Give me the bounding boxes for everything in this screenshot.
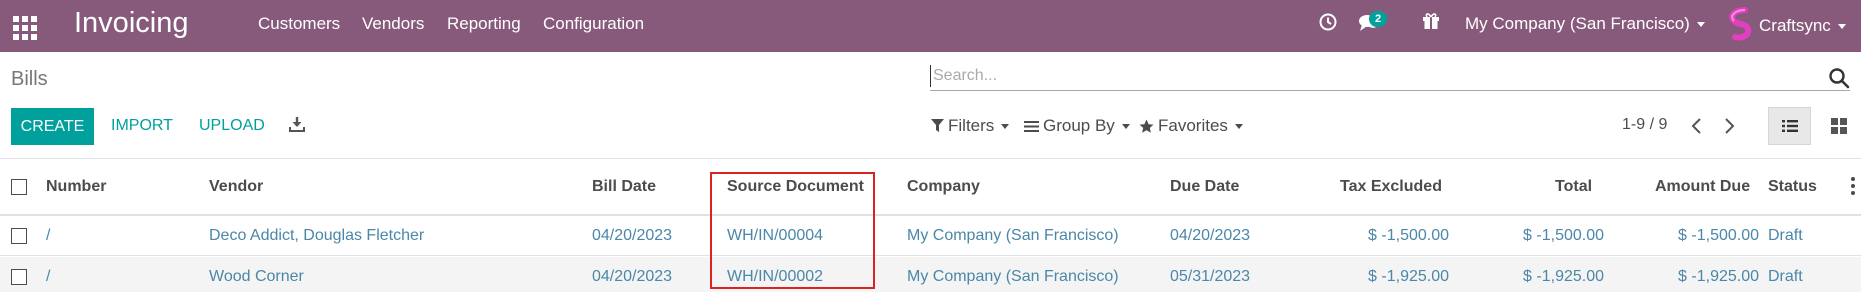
column-amount-due[interactable]: Amount Due (1655, 178, 1750, 196)
cell-due-date: 04/20/2023 (1170, 227, 1251, 244)
table-header: Number Vendor Bill Date Source Document … (0, 159, 1861, 216)
column-bill-date[interactable]: Bill Date (592, 178, 656, 196)
create-button[interactable]: CREATE (11, 108, 94, 145)
company-switcher[interactable]: My Company (San Francisco) (1465, 14, 1705, 34)
cell-tax-excluded: $ -1,500.00 (1368, 227, 1449, 244)
column-total[interactable]: Total (1555, 178, 1592, 196)
cell-amount-due: $ -1,500.00 (1678, 227, 1759, 244)
column-due-date[interactable]: Due Date (1170, 178, 1239, 196)
message-count-badge: 2 (1369, 11, 1387, 27)
favorites-label: Favorites (1158, 116, 1228, 135)
kanban-view-button[interactable] (1818, 107, 1861, 145)
group-by-dropdown[interactable]: Group By (1024, 116, 1130, 136)
cell-number: / (46, 227, 51, 244)
column-vendor[interactable]: Vendor (209, 178, 263, 196)
menu-reporting[interactable]: Reporting (447, 14, 521, 34)
app-title[interactable]: Invoicing (74, 7, 188, 40)
chevron-left-icon[interactable] (1690, 116, 1708, 136)
cell-bill-date: 04/20/2023 (592, 227, 673, 244)
menu-customers[interactable]: Customers (258, 14, 340, 34)
clock-icon[interactable] (1318, 12, 1338, 37)
column-status[interactable]: Status (1768, 178, 1817, 196)
search-icon[interactable] (1828, 67, 1850, 89)
cell-status: Draft (1768, 268, 1803, 285)
cell-bill-date: 04/20/2023 (592, 268, 673, 285)
cell-vendor: Deco Addict, Douglas Fletcher (209, 227, 425, 244)
cell-total: $ -1,500.00 (1523, 227, 1604, 244)
cell-company: My Company (San Francisco) (907, 227, 1119, 244)
list-view-button[interactable] (1768, 107, 1811, 145)
search-input[interactable] (930, 65, 1810, 87)
menu-vendors[interactable]: Vendors (362, 14, 424, 34)
cell-total: $ -1,925.00 (1523, 268, 1604, 285)
kebab-icon[interactable] (1851, 177, 1855, 195)
menu-configuration[interactable]: Configuration (543, 14, 644, 34)
table-row[interactable]: / Deco Addict, Douglas Fletcher 04/20/20… (0, 216, 1861, 256)
download-icon[interactable] (288, 115, 308, 135)
apps-grid-icon[interactable] (10, 13, 37, 40)
favorites-dropdown[interactable]: Favorites (1139, 116, 1243, 136)
row-checkbox[interactable] (11, 228, 27, 244)
cell-source-document: WH/IN/00002 (727, 268, 824, 285)
column-tax-excluded[interactable]: Tax Excluded (1340, 178, 1442, 196)
group-by-label: Group By (1043, 116, 1115, 135)
column-source-document[interactable]: Source Document (727, 178, 864, 196)
breadcrumb: Bills (11, 68, 48, 90)
list-view-icon (1782, 120, 1798, 132)
user-avatar-icon (1725, 6, 1755, 46)
filter-icon (931, 119, 944, 132)
cell-amount-due: $ -1,925.00 (1678, 268, 1759, 285)
chevron-right-icon[interactable] (1722, 116, 1740, 136)
gift-icon[interactable] (1422, 12, 1440, 35)
kanban-view-icon (1831, 118, 1847, 134)
column-company[interactable]: Company (907, 178, 980, 196)
group-by-icon (1024, 120, 1039, 132)
cell-due-date: 05/31/2023 (1170, 268, 1251, 285)
star-icon (1139, 119, 1154, 133)
cell-source-document: WH/IN/00004 (727, 227, 824, 244)
top-navbar: Invoicing Customers Vendors Reporting Co… (0, 0, 1861, 52)
column-number[interactable]: Number (46, 178, 106, 196)
filters-label: Filters (948, 116, 995, 135)
upload-button[interactable]: UPLOAD (199, 117, 265, 135)
cell-number: / (46, 268, 51, 285)
table-row[interactable]: / Wood Corner 04/20/2023 WH/IN/00002 My … (0, 257, 1861, 292)
import-button[interactable]: IMPORT (111, 117, 173, 135)
row-checkbox[interactable] (11, 269, 27, 285)
search-bar (930, 63, 1850, 91)
user-name: Craftsync (1759, 16, 1831, 35)
company-name: My Company (San Francisco) (1465, 14, 1690, 33)
cell-vendor: Wood Corner (209, 268, 304, 285)
cell-status: Draft (1768, 227, 1803, 244)
select-all-checkbox[interactable] (11, 179, 27, 195)
cell-tax-excluded: $ -1,925.00 (1368, 268, 1449, 285)
cell-company: My Company (San Francisco) (907, 268, 1119, 285)
pager-value[interactable]: 1-9 / 9 (1622, 116, 1667, 134)
filters-dropdown[interactable]: Filters (931, 116, 1010, 136)
user-menu[interactable]: Craftsync (1725, 6, 1846, 46)
